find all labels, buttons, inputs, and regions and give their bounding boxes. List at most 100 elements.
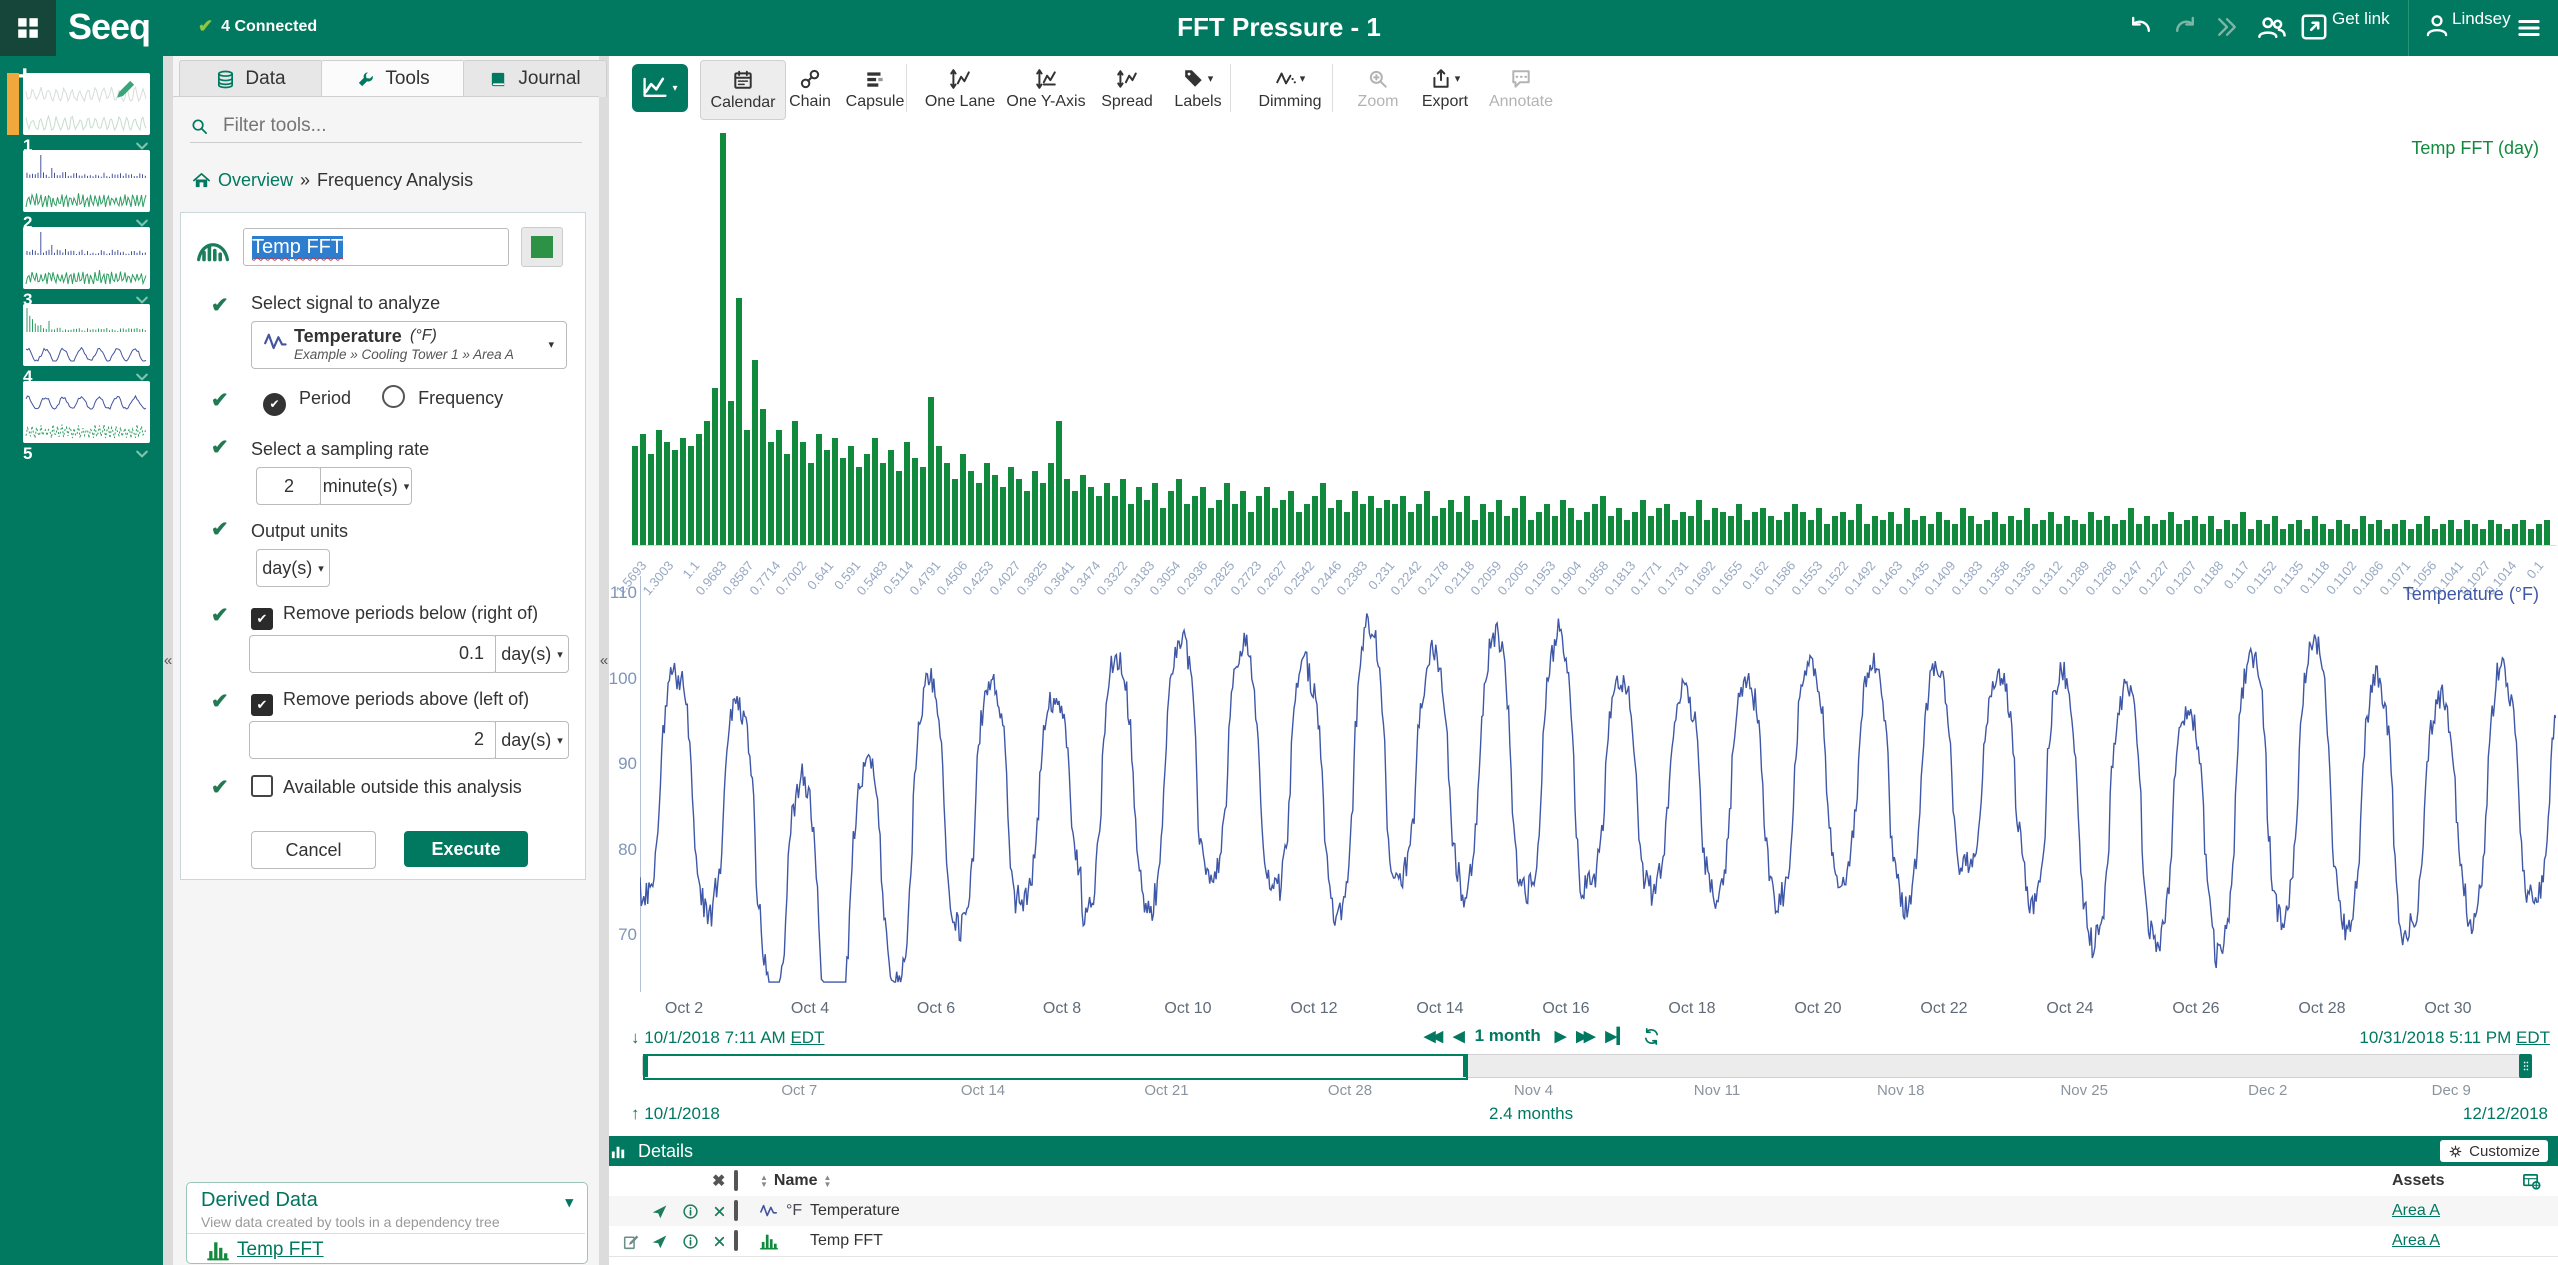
- toolbar-one-lane-button[interactable]: One Lane: [916, 60, 1004, 118]
- worksheet-thumbnail-5[interactable]: [23, 381, 150, 443]
- sampling-unit-select[interactable]: minute(s)▾: [320, 467, 412, 505]
- range-handle-left[interactable]: [643, 1055, 648, 1077]
- step-back-fast-icon[interactable]: ◀◀: [1424, 1027, 1439, 1045]
- collapse-panel-handle[interactable]: «: [599, 56, 609, 1265]
- hamburger-menu-icon[interactable]: [2516, 15, 2542, 41]
- tab-tools[interactable]: Tools: [321, 60, 465, 97]
- range-grip[interactable]: [2519, 1054, 2532, 1078]
- worksheet-thumbnail-4[interactable]: [23, 304, 150, 366]
- investigate-end[interactable]: 12/12/2018: [2463, 1104, 2548, 1124]
- remove-column-icon[interactable]: ✖: [712, 1171, 734, 1191]
- get-link-icon[interactable]: [2300, 13, 2328, 41]
- filter-tools-input[interactable]: [221, 114, 555, 138]
- investigate-start[interactable]: ↑ 10/1/2018: [631, 1104, 720, 1124]
- toolbar-dimming-button[interactable]: ▾ Dimming: [1240, 60, 1340, 118]
- derived-item-link[interactable]: Temp FFT: [237, 1239, 324, 1261]
- execute-button[interactable]: Execute: [404, 831, 528, 867]
- toolbar-export-button[interactable]: ▾ Export: [1406, 60, 1484, 118]
- info-icon[interactable]: [682, 1203, 712, 1220]
- fast-forward-icon[interactable]: [2214, 14, 2240, 40]
- toolbar-chain-button[interactable]: Chain: [776, 60, 844, 118]
- toolbar-spread-button[interactable]: Spread: [1088, 60, 1166, 118]
- step-back-icon[interactable]: ◀: [1453, 1027, 1461, 1045]
- sampling-value-input[interactable]: 2: [256, 467, 322, 505]
- details-row-temperature[interactable]: °F Temperature Area A: [609, 1196, 2558, 1227]
- temperature-chart[interactable]: [640, 570, 2556, 1000]
- get-link-label[interactable]: Get link: [2332, 4, 2390, 34]
- select-all-checkbox[interactable]: [734, 1170, 738, 1191]
- worksheet-thumbnail-3[interactable]: [23, 227, 150, 289]
- investigate-start-date[interactable]: 10/1/2018: [644, 1104, 720, 1123]
- row-checkbox[interactable]: [734, 1230, 738, 1251]
- end-timezone[interactable]: EDT: [2516, 1028, 2550, 1047]
- display-range-end[interactable]: 10/31/2018 5:11 PM EDT: [2359, 1028, 2550, 1048]
- investigate-duration[interactable]: 2.4 months: [1489, 1104, 1573, 1124]
- display-range-start[interactable]: ↓ 10/1/2018 7:11 AM EDT: [631, 1028, 824, 1048]
- redo-icon[interactable]: [2172, 14, 2198, 40]
- result-name-input[interactable]: Temp FFT: [243, 228, 509, 266]
- customize-button[interactable]: Customize: [2440, 1140, 2548, 1162]
- remove-icon[interactable]: [712, 1204, 734, 1219]
- pin-icon[interactable]: [651, 1233, 682, 1250]
- start-timezone[interactable]: EDT: [790, 1028, 824, 1047]
- step-to-end-icon[interactable]: ▶▎: [1605, 1027, 1628, 1045]
- output-unit-select[interactable]: day(s)▾: [256, 549, 330, 587]
- below-unit-select[interactable]: day(s)▾: [495, 635, 569, 673]
- user-name[interactable]: Lindsey: [2452, 4, 2511, 34]
- user-icon[interactable]: [2424, 13, 2450, 39]
- name-column-header[interactable]: Name: [774, 1172, 818, 1190]
- sort-icon[interactable]: ▲▼: [824, 1174, 832, 1188]
- worksheet-thumbnail-2[interactable]: [23, 150, 150, 212]
- cancel-button[interactable]: Cancel: [251, 831, 376, 869]
- chevron-down-icon[interactable]: ▾: [565, 1193, 573, 1211]
- step-forward-fast-icon[interactable]: ▶▶: [1576, 1027, 1591, 1045]
- undo-icon[interactable]: [2128, 14, 2154, 40]
- asset-link[interactable]: Area A: [2392, 1202, 2440, 1219]
- selected-range[interactable]: [643, 1054, 1468, 1080]
- refresh-icon[interactable]: [1642, 1027, 1661, 1046]
- fft-bar: [1728, 516, 1734, 545]
- signal-select[interactable]: Temperature(°F) Example » Cooling Tower …: [251, 321, 567, 369]
- info-icon[interactable]: [682, 1233, 712, 1250]
- start-datetime[interactable]: 10/1/2018 7:11 AM: [644, 1028, 785, 1047]
- collapse-worksheets-handle[interactable]: «: [163, 56, 173, 1265]
- pin-icon[interactable]: [651, 1203, 682, 1220]
- users-icon[interactable]: [2258, 13, 2286, 41]
- above-value-input[interactable]: 2: [249, 721, 497, 759]
- filter-tools-search[interactable]: [190, 110, 582, 143]
- row-checkbox[interactable]: [734, 1200, 738, 1221]
- toolbar-labels-button[interactable]: ▾ Labels: [1158, 60, 1238, 118]
- fft-bar: [1280, 500, 1286, 545]
- assets-column-header[interactable]: Assets: [2392, 1172, 2522, 1190]
- tab-journal[interactable]: Journal: [463, 60, 607, 97]
- toolbar-calendar-button[interactable]: Calendar: [700, 60, 786, 120]
- database-icon: [216, 70, 235, 89]
- color-swatch-button[interactable]: [521, 227, 563, 267]
- available-checkbox[interactable]: [251, 775, 273, 797]
- details-row-temp-fft[interactable]: Temp FFT Area A: [609, 1226, 2558, 1257]
- sort-icon[interactable]: ▲▼: [760, 1174, 768, 1188]
- step-forward-icon[interactable]: ▶: [1555, 1027, 1563, 1045]
- chevron-down-icon[interactable]: [134, 446, 150, 462]
- duration-label[interactable]: 1 month: [1475, 1026, 1541, 1046]
- above-unit-select[interactable]: day(s)▾: [495, 721, 569, 759]
- tab-data[interactable]: Data: [179, 60, 323, 97]
- below-checkbox[interactable]: ✔: [251, 608, 273, 630]
- investigate-range-slider[interactable]: [642, 1054, 2532, 1078]
- remove-icon[interactable]: [712, 1234, 734, 1249]
- end-datetime[interactable]: 10/31/2018 5:11 PM: [2359, 1028, 2511, 1047]
- toolbar-one-y-axis-button[interactable]: One Y-Axis: [996, 60, 1096, 118]
- fft-bar: [2032, 524, 2038, 545]
- below-value-input[interactable]: 0.1: [249, 635, 497, 673]
- range-handle-right[interactable]: [1463, 1055, 1468, 1077]
- breadcrumb-overview-link[interactable]: Overview: [218, 170, 293, 191]
- view-mode-button[interactable]: ▾: [632, 64, 688, 112]
- edit-icon[interactable]: [609, 1233, 651, 1250]
- asset-link[interactable]: Area A: [2392, 1232, 2440, 1249]
- above-checkbox[interactable]: ✔: [251, 694, 273, 716]
- period-radio[interactable]: ✔: [263, 393, 286, 416]
- fft-bar-chart[interactable]: [632, 133, 2556, 546]
- frequency-radio[interactable]: [382, 385, 405, 408]
- toolbar-capsule-button[interactable]: Capsule: [836, 60, 914, 118]
- table-settings-icon[interactable]: [2522, 1172, 2558, 1191]
